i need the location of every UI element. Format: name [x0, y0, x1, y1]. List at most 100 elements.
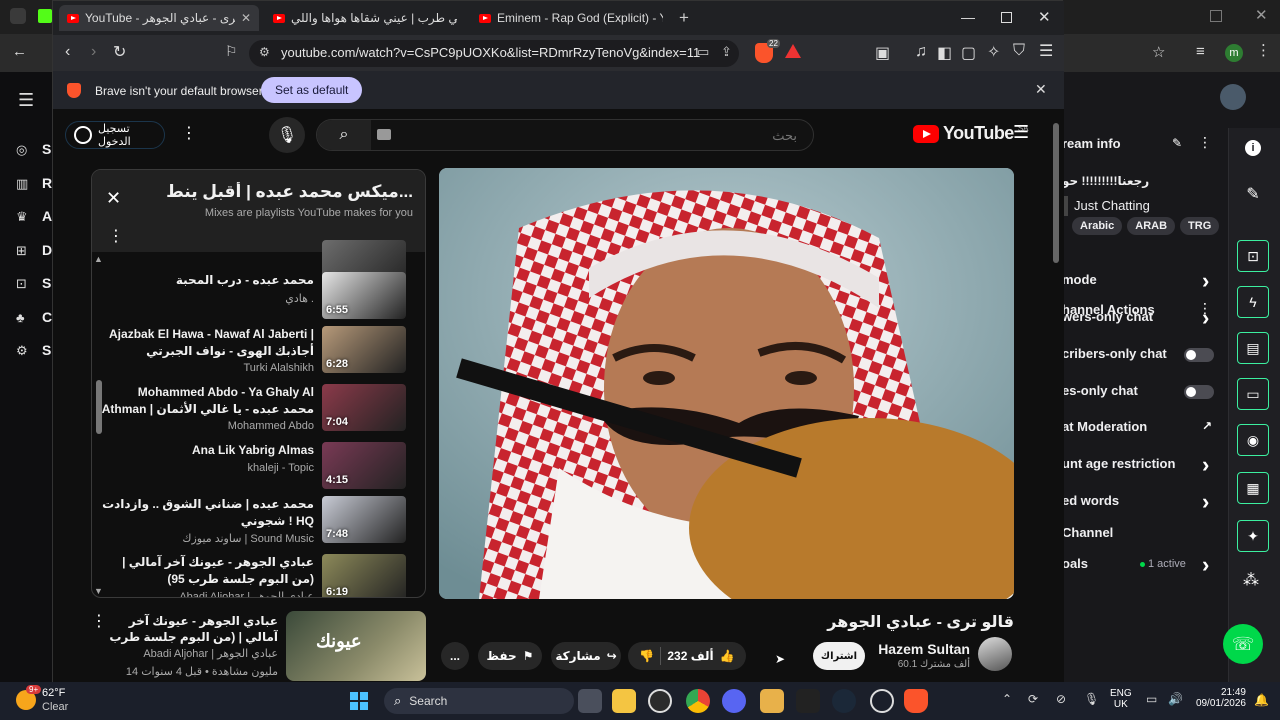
- reload-icon[interactable]: ↻: [113, 42, 126, 62]
- next-video-item[interactable]: ⋮ عبادي الجوهر - عيونك آخر آمالي | (من ا…: [91, 611, 426, 681]
- clip-icon[interactable]: ⊡: [1237, 240, 1269, 272]
- settings-app-icon[interactable]: [870, 689, 894, 713]
- sidebar-icon[interactable]: ◧: [937, 43, 952, 63]
- channel-action-label[interactable]: ed words: [1062, 493, 1119, 508]
- tag-chip[interactable]: ARAB: [1127, 217, 1176, 235]
- playlist-item-thumbnail[interactable]: 7:04: [322, 384, 406, 431]
- next-video-thumbnail[interactable]: عيونك: [286, 611, 426, 681]
- settings-more-icon[interactable]: ⋮: [181, 123, 197, 143]
- share-button[interactable]: مشاركة ↪: [551, 642, 621, 670]
- clock[interactable]: 21:49 09/01/2026: [1192, 687, 1246, 709]
- brave-taskbar-icon[interactable]: [904, 689, 928, 713]
- tray-sync-icon[interactable]: ⟳: [1028, 692, 1038, 706]
- lightning-icon[interactable]: ϟ: [1237, 286, 1269, 318]
- file-explorer-icon[interactable]: [612, 689, 636, 713]
- tray-display-icon[interactable]: ▭: [1146, 692, 1157, 706]
- tray-mic-icon[interactable]: 🎙: [1084, 692, 1099, 706]
- playlist-item-thumbnail[interactable]: 4:15: [322, 442, 406, 489]
- sidebar-nav-label[interactable]: S: [42, 275, 51, 291]
- signin-button[interactable]: تسجيل الدخول: [65, 121, 165, 149]
- channel-action-label[interactable]: at Moderation: [1062, 419, 1147, 434]
- bookmark-icon[interactable]: ⚐: [225, 43, 238, 60]
- cast-icon[interactable]: ▭: [697, 44, 709, 60]
- channel-action-label[interactable]: wers-only chat: [1062, 309, 1153, 324]
- infobar-close-icon[interactable]: ✕: [1035, 81, 1047, 98]
- playlist-item-thumbnail[interactable]: 6:28: [322, 326, 406, 373]
- notifications-icon[interactable]: 🔔: [1254, 693, 1269, 707]
- channel-avatar[interactable]: [978, 637, 1012, 671]
- sidebar-nav-icon[interactable]: ◎: [16, 142, 27, 158]
- close-playlist-icon[interactable]: ✕: [106, 188, 121, 209]
- menu-icon[interactable]: ☰: [1039, 41, 1053, 61]
- minimize-icon[interactable]: —: [961, 9, 975, 25]
- playlist-item[interactable]: 6:19 عبادي الجوهر - عيونك آخر آمالي | (من…: [106, 554, 406, 597]
- vpn-icon[interactable]: ⛉: [1013, 42, 1025, 60]
- playlist-item-thumbnail[interactable]: 7:48: [322, 496, 406, 543]
- chrome-icon[interactable]: [686, 689, 710, 713]
- bg-back-icon[interactable]: ←: [12, 43, 27, 60]
- toggle-switch[interactable]: [1184, 385, 1214, 399]
- address-bar[interactable]: ⚙ youtube.com/watch?v=CsPC9pUOXKo&list=R…: [249, 40, 739, 67]
- close-window-icon[interactable]: ✕: [1038, 8, 1051, 26]
- sidebar-nav-label[interactable]: S: [42, 141, 51, 157]
- sidebar-nav-label[interactable]: C: [42, 309, 52, 325]
- broadcast-icon[interactable]: ◉: [1237, 424, 1269, 456]
- language-indicator[interactable]: ENG UK: [1110, 688, 1132, 710]
- chevron-right-icon[interactable]: ›: [1202, 452, 1209, 478]
- support-chat-button[interactable]: ☏: [1223, 624, 1263, 664]
- bg-maximize-icon[interactable]: [1210, 10, 1222, 22]
- edit-icon[interactable]: ✎: [1172, 136, 1182, 150]
- back-icon[interactable]: ‹: [65, 43, 70, 61]
- start-windows-icon[interactable]: [350, 692, 368, 710]
- folder-app-icon[interactable]: [760, 689, 784, 713]
- save-button[interactable]: حفظ ⚑: [478, 642, 542, 670]
- playlist-item-thumbnail[interactable]: 6:19: [322, 554, 406, 597]
- youtube-logo[interactable]: YouTube SA: [913, 123, 1029, 144]
- stream-info-more-icon[interactable]: ⋮: [1198, 134, 1212, 151]
- wrench-icon[interactable]: ✦: [1237, 520, 1269, 552]
- sidebar-nav-label[interactable]: A: [42, 208, 52, 224]
- tab-youtube-active[interactable]: YouTube - قالو ترى - عبادي الجوهر ✕: [59, 5, 259, 31]
- sidebar-nav-icon[interactable]: ♛: [16, 209, 28, 225]
- extensions-icon[interactable]: ⁂: [1243, 570, 1259, 590]
- playlist-item[interactable]: 7:48 محمد عبده | ضناني الشوق .. وازدادت ش…: [102, 496, 406, 548]
- kick-favicon-icon[interactable]: [38, 9, 52, 23]
- playlist-item[interactable]: 6:55 محمد عبده - درب المحبة هادي .: [106, 272, 406, 324]
- sidebar-nav-icon[interactable]: ⊡: [16, 276, 27, 292]
- channel-action-label[interactable]: unt age restriction: [1062, 456, 1175, 471]
- playlist-item[interactable]: 4:15 Ana Lik Yabrig Almas khaleji - Topic: [106, 442, 406, 494]
- playlist-item[interactable]: 7:04 Mohammed Abdo - Ya Ghaly Al Athman |…: [102, 384, 406, 436]
- site-settings-icon[interactable]: ⚙: [259, 45, 270, 59]
- category-label[interactable]: Just Chatting: [1074, 198, 1150, 213]
- pencil-icon[interactable]: ✎: [1237, 178, 1269, 210]
- new-tab-icon[interactable]: +: [679, 8, 689, 28]
- sidebar-nav-icon[interactable]: ⚙: [16, 343, 28, 359]
- tag-chip[interactable]: Arabic: [1072, 217, 1123, 235]
- channel-action-label[interactable]: es-only chat: [1062, 383, 1138, 398]
- voice-search-icon[interactable]: 🎙: [269, 117, 305, 153]
- tab-manager-icon[interactable]: ▣: [875, 43, 890, 63]
- epic-games-icon[interactable]: [796, 689, 820, 713]
- tab-eminem[interactable]: Eminem - Rap God (Explicit) - YouTube: [471, 5, 671, 31]
- tab-search-button[interactable]: [10, 8, 26, 24]
- toggle-switch[interactable]: [1184, 348, 1214, 362]
- channel-action-label[interactable]: cribers-only chat: [1062, 346, 1167, 361]
- discord-icon[interactable]: [722, 689, 746, 713]
- tag-chip[interactable]: TRG: [1180, 217, 1220, 235]
- info-icon[interactable]: i: [1245, 140, 1261, 156]
- playlist-item-thumbnail[interactable]: 6:55: [322, 272, 406, 319]
- channel-action-label[interactable]: mode: [1062, 272, 1097, 287]
- dislike-icon[interactable]: 👎: [639, 649, 654, 663]
- steam-icon[interactable]: [832, 689, 856, 713]
- tab-close-icon[interactable]: ✕: [241, 11, 251, 25]
- taskbar-search[interactable]: ⌕ Search: [384, 688, 574, 714]
- sidebar-nav-label[interactable]: S: [42, 342, 51, 358]
- playlist-title[interactable]: ميكس محمد عبده | أقبل ينط...: [163, 182, 413, 202]
- tab-khaleeji[interactable]: خليجي طرب | عيني شقاها هواها واللي: [265, 5, 465, 31]
- playlist-item[interactable]: 6:28 Ajazbak El Hawa - Nawaf Al Jaberti |…: [106, 326, 406, 378]
- page-scrollbar[interactable]: [1053, 113, 1059, 679]
- brave-rewards-icon[interactable]: [785, 44, 801, 58]
- search-icon[interactable]: ⌕: [317, 120, 371, 150]
- video-player[interactable]: [439, 168, 1014, 599]
- guide-menu-icon[interactable]: ☰: [1013, 122, 1029, 143]
